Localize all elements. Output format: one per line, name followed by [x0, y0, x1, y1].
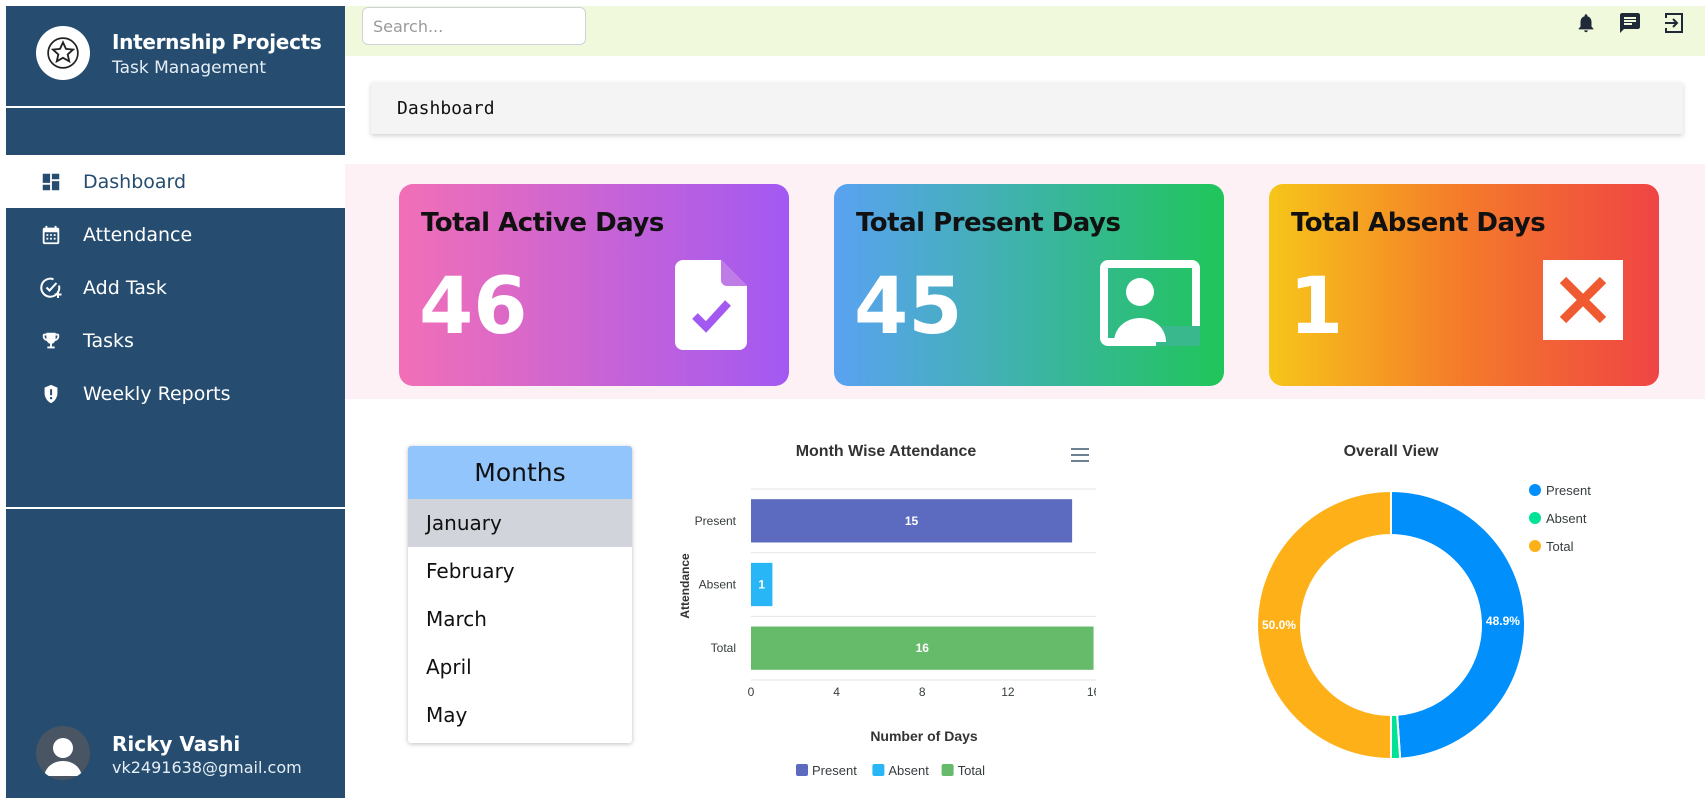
stat-card-title: Total Active Days	[421, 208, 664, 238]
donut-chart: Overall View 48.9% 50.0% Present Absent Total	[1166, 436, 1666, 771]
stat-card-title: Total Present Days	[856, 208, 1121, 238]
legend-marker	[1529, 484, 1541, 496]
x-tick-label: 8	[919, 685, 926, 699]
bar-chart: Month Wise Attendance 0 4 8 12 16 15 Present 1 Ab…	[656, 436, 1101, 791]
stat-card-value: 1	[1289, 262, 1344, 352]
month-item-march[interactable]: March	[408, 595, 632, 643]
sidebar-item-tasks[interactable]: Tasks	[6, 314, 345, 367]
user-email: vk2491638@gmail.com	[112, 758, 302, 777]
file-check-icon	[675, 260, 747, 355]
user-board-icon	[1100, 260, 1200, 351]
stats-section: Total Active Days 46 Total Present Days …	[345, 164, 1705, 399]
legend-label: Absent	[1546, 511, 1587, 526]
bar-value-label: 15	[905, 514, 919, 528]
legend-label: Present	[1546, 483, 1591, 498]
sidebar: Internship Projects Task Management Dash…	[6, 6, 345, 798]
close-box-icon	[1543, 260, 1623, 345]
page-title: Dashboard	[397, 97, 495, 119]
chart-title: Overall View	[1344, 443, 1439, 460]
bar-value-label: 1	[758, 578, 765, 592]
x-tick-label: 12	[1001, 685, 1015, 699]
trophy-icon	[39, 329, 63, 353]
months-list: Months January February March April May	[408, 446, 632, 743]
donut-chart-svg: Overall View 48.9% 50.0% Present Absent Total	[1256, 443, 1591, 761]
y-tick-label: Present	[695, 514, 737, 528]
search-input[interactable]	[362, 7, 586, 45]
sidebar-item-add-task[interactable]: Add Task	[6, 261, 345, 314]
legend-label: Total	[1546, 539, 1574, 554]
legend-label: Total	[958, 763, 986, 778]
slice-percent-label: 50.0%	[1262, 618, 1296, 632]
sidebar-item-attendance[interactable]: Attendance	[6, 208, 345, 261]
stat-card-absent-days: Total Absent Days 1	[1269, 184, 1659, 386]
chart-title: Month Wise Attendance	[796, 443, 977, 460]
x-tick-label: 0	[748, 685, 755, 699]
bar-chart-svg: Month Wise Attendance 0 4 8 12 16 15 Present 1 Ab…	[678, 443, 1101, 778]
top-bar	[345, 6, 1705, 56]
calendar-icon	[39, 223, 63, 247]
brand: Internship Projects Task Management	[6, 6, 345, 108]
y-tick-label: Total	[711, 641, 736, 655]
legend-marker	[1529, 512, 1541, 524]
legend-label: Absent	[888, 763, 929, 778]
chat-icon[interactable]	[1617, 10, 1643, 36]
stat-card-value: 46	[419, 262, 528, 352]
stat-card-value: 45	[854, 262, 963, 352]
month-item-february[interactable]: February	[408, 547, 632, 595]
legend-marker	[941, 764, 954, 776]
month-item-january[interactable]: January	[408, 499, 632, 547]
brand-subtitle: Task Management	[112, 58, 267, 78]
breadcrumb: Dashboard	[371, 82, 1683, 134]
stat-card-present-days: Total Present Days 45	[834, 184, 1224, 386]
top-icons	[1573, 10, 1687, 36]
y-tick-label: Absent	[699, 578, 737, 592]
sidebar-item-label: Tasks	[83, 329, 134, 352]
bar-value-label: 16	[916, 641, 930, 655]
month-item-may[interactable]: May	[408, 691, 632, 739]
x-axis-label: Number of Days	[870, 728, 978, 744]
sidebar-item-label: Add Task	[83, 276, 167, 299]
x-tick-label: 4	[833, 685, 840, 699]
sidebar-item-label: Attendance	[83, 223, 193, 246]
sidebar-nav: Dashboard Attendance Add Task Tasks Week…	[6, 155, 345, 420]
sidebar-divider	[6, 507, 345, 509]
month-item-april[interactable]: April	[408, 643, 632, 691]
slice-percent-label: 48.9%	[1486, 614, 1520, 628]
brand-title: Internship Projects	[112, 30, 322, 54]
months-heading: Months	[408, 446, 632, 499]
bell-icon[interactable]	[1573, 10, 1599, 36]
logout-icon[interactable]	[1661, 10, 1687, 36]
sidebar-item-label: Dashboard	[83, 170, 187, 193]
stat-card-active-days: Total Active Days 46	[399, 184, 789, 386]
alert-icon	[39, 382, 63, 406]
avatar	[36, 726, 90, 780]
legend-marker	[796, 764, 808, 776]
stat-card-title: Total Absent Days	[1291, 208, 1546, 238]
user-name: Ricky Vashi	[112, 732, 241, 756]
legend-marker	[1529, 540, 1541, 552]
star-logo-icon	[36, 26, 90, 80]
sidebar-item-label: Weekly Reports	[83, 382, 231, 405]
x-tick-label: 16	[1087, 685, 1096, 699]
sidebar-item-dashboard[interactable]: Dashboard	[6, 155, 345, 208]
legend-marker	[872, 764, 885, 776]
dashboard-icon	[39, 170, 63, 194]
sidebar-item-weekly-reports[interactable]: Weekly Reports	[6, 367, 345, 420]
chart-menu-icon[interactable]	[1068, 445, 1092, 465]
y-axis-label: Attendance	[678, 553, 692, 619]
check-add-icon	[39, 276, 63, 300]
legend-label: Present	[812, 763, 857, 778]
